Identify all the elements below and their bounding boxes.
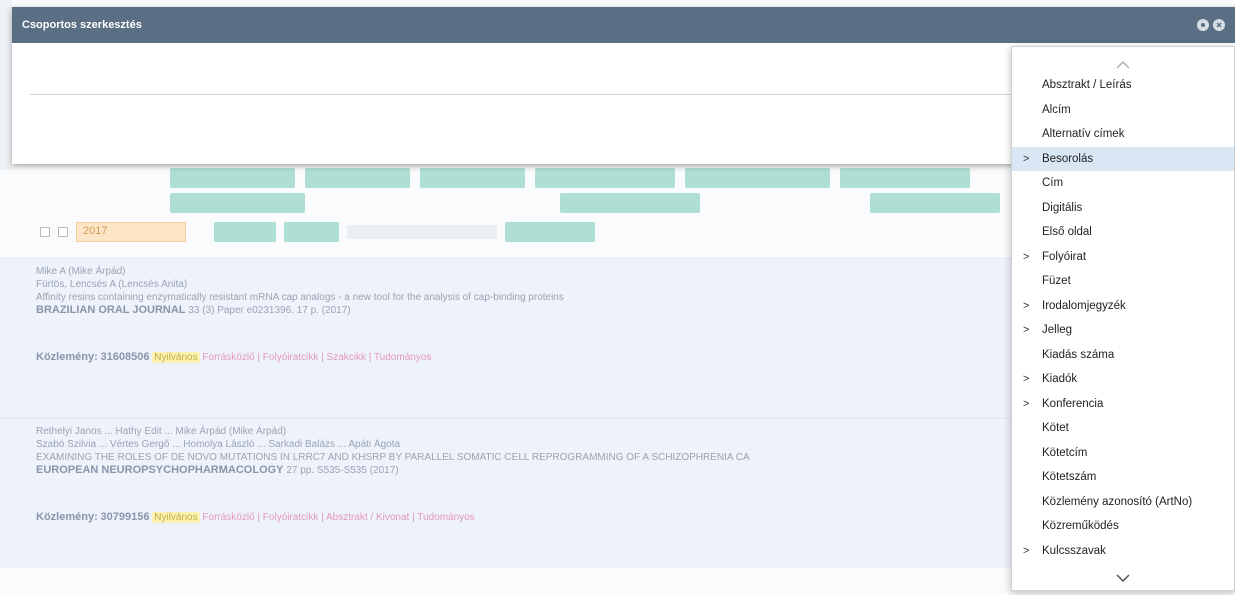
field-option[interactable]: Cím: [1012, 171, 1234, 196]
field-option-label: Alternatív címek: [1042, 128, 1125, 140]
scroll-down[interactable]: [1012, 563, 1234, 593]
filter-button[interactable]: [214, 222, 276, 242]
publication-journal-details: 33 (3) Paper e0231396. 17 p. (2017): [188, 305, 351, 316]
toolbar-button[interactable]: [170, 168, 295, 188]
field-option-label: Folyóirat: [1042, 250, 1087, 263]
field-option[interactable]: Közlemény azonosító (ArtNo): [1012, 490, 1234, 515]
field-option[interactable]: > Folyóirat: [1012, 245, 1234, 270]
publication-type-label: Közlemény:: [36, 351, 98, 363]
field-dropdown[interactable]: Absztrakt / Leírás Alcím Alternatív címek >…: [1011, 46, 1235, 591]
field-option[interactable]: > Irodalomjegyzék: [1012, 294, 1234, 319]
expand-caret-icon: >: [1023, 152, 1030, 165]
modal-header: Csoportos szerkesztés: [12, 7, 1235, 43]
settings-icon[interactable]: [1197, 19, 1209, 31]
publication-journal-details: 27 pp. S535-S535 (2017): [286, 465, 399, 476]
page-root: 2017 Mike A (Mike Árpád) Fürtös, Lencsés…: [0, 0, 1235, 595]
field-option[interactable]: > Kiadók: [1012, 367, 1234, 392]
expand-caret-icon: >: [1023, 373, 1030, 385]
publication-id[interactable]: 31608506: [101, 351, 150, 363]
toolbar-button[interactable]: [560, 193, 700, 213]
toolbar-button[interactable]: [870, 193, 1000, 213]
field-option-label: Közreműködés: [1042, 520, 1119, 532]
publication-id[interactable]: 30799156: [101, 511, 150, 523]
publication-type-label: Közlemény:: [36, 511, 98, 523]
field-option-label: Kulcsszavak: [1042, 544, 1106, 557]
field-option-label: Alcím: [1042, 103, 1071, 116]
publication-extra: Forrásközlő | Folyóiratcikk | Szakcikk |…: [202, 352, 432, 363]
field-option-label: Konferencia: [1042, 397, 1104, 410]
chevron-down-icon[interactable]: [1116, 574, 1130, 582]
field-option[interactable]: > Jelleg: [1012, 318, 1234, 343]
field-option-label: Kötet: [1042, 422, 1069, 434]
expand-caret-icon: >: [1023, 250, 1030, 263]
field-option[interactable]: Füzet: [1012, 269, 1234, 294]
field-option-label: Füzet: [1042, 275, 1071, 287]
field-option-label: Kiadók: [1042, 373, 1078, 385]
field-option-label: Digitális: [1042, 201, 1083, 214]
field-option[interactable]: Kötetszám: [1012, 465, 1234, 490]
field-option[interactable]: > Besorolás: [1012, 146, 1234, 171]
expand-caret-icon: >: [1023, 397, 1030, 410]
toolbar-button[interactable]: [685, 168, 830, 188]
modal-icons: [1197, 19, 1225, 31]
toolbar-button[interactable]: [535, 168, 675, 188]
expand-caret-icon: >: [1023, 544, 1030, 557]
field-option-label: Besorolás: [1042, 152, 1094, 165]
field-option[interactable]: > Kulcsszavak: [1012, 539, 1234, 564]
field-option[interactable]: Kötet: [1012, 416, 1234, 441]
filter-row: 2017: [0, 220, 595, 244]
filter-button[interactable]: [284, 222, 339, 242]
field-option-label: Irodalomjegyzék: [1042, 299, 1126, 312]
publication-extra: Forrásközlő | Folyóiratcikk | Absztrakt …: [202, 512, 475, 523]
field-option[interactable]: Kiadás száma: [1012, 343, 1234, 368]
filter-button[interactable]: [505, 222, 595, 242]
field-option-label: Kötetszám: [1042, 471, 1097, 483]
field-option[interactable]: Első oldal: [1012, 220, 1234, 245]
field-option-label: Közlemény azonosító (ArtNo): [1042, 495, 1193, 508]
field-option-label: Kötetcím: [1042, 446, 1088, 459]
year-input[interactable]: 2017: [76, 222, 186, 242]
publication-journal[interactable]: BRAZILIAN ORAL JOURNAL: [36, 304, 186, 316]
toolbar-button[interactable]: [170, 193, 305, 213]
toolbar-row-1: [170, 168, 970, 188]
field-list: Absztrakt / Leírás Alcím Alternatív címek >…: [1012, 73, 1234, 563]
field-option[interactable]: Alcím: [1012, 98, 1234, 123]
toolbar-row-2: [170, 193, 1000, 213]
field-option[interactable]: Közreműködés: [1012, 514, 1234, 539]
left-strip: [0, 0, 12, 170]
scroll-up[interactable]: [1012, 47, 1234, 73]
field-option[interactable]: Kötetcím: [1012, 441, 1234, 466]
status-badge: Nyilvános: [152, 352, 200, 363]
field-option-label: Első oldal: [1042, 226, 1092, 238]
toolbar-button[interactable]: [840, 168, 970, 188]
field-option-label: Cím: [1042, 177, 1064, 189]
field-option[interactable]: Absztrakt / Leírás: [1012, 73, 1234, 98]
chevron-up-icon[interactable]: [1116, 61, 1130, 69]
field-option[interactable]: > Konferencia: [1012, 392, 1234, 417]
publication-journal[interactable]: EUROPEAN NEUROPSYCHOPHARMACOLOGY: [36, 464, 284, 476]
toolbar-button[interactable]: [305, 168, 410, 188]
field-option-label: Jelleg: [1042, 324, 1073, 336]
field-option[interactable]: Digitális: [1012, 196, 1234, 221]
field-option[interactable]: Alternatív címek: [1012, 122, 1234, 147]
toolbar-button[interactable]: [420, 168, 525, 188]
field-option-label: Kiadás száma: [1042, 348, 1115, 361]
close-icon[interactable]: [1213, 19, 1225, 31]
filter-checkbox[interactable]: [58, 227, 68, 237]
expand-caret-icon: >: [1023, 299, 1030, 312]
modal-title: Csoportos szerkesztés: [22, 19, 142, 31]
expand-caret-icon: >: [1023, 324, 1030, 336]
field-option-label: Absztrakt / Leírás: [1042, 79, 1132, 91]
filter-checkbox[interactable]: [40, 227, 50, 237]
filter-select[interactable]: [347, 225, 497, 239]
status-badge: Nyilvános: [152, 512, 200, 523]
